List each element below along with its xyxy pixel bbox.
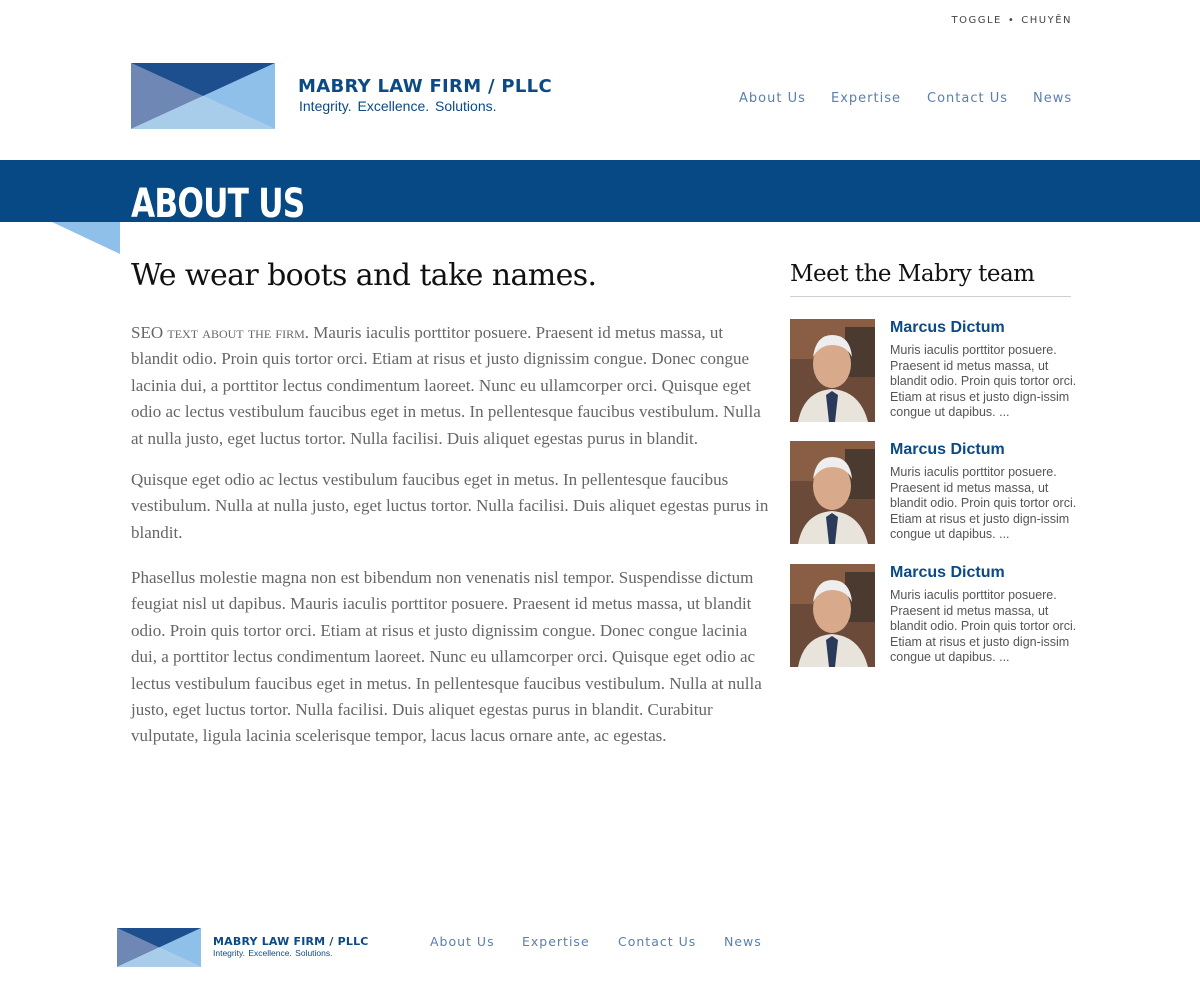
footer-brand-tagline: Integrity. Excellence. Solutions.: [213, 948, 333, 958]
nav-news[interactable]: News: [1033, 91, 1072, 106]
footer-nav-about-us[interactable]: About Us: [430, 934, 495, 949]
main-headline: We wear boots and take names.: [131, 258, 597, 293]
banner-flag-decoration: [52, 222, 120, 254]
sidebar-title: Meet the Mabry team: [790, 261, 1035, 287]
footer-nav-contact-us[interactable]: Contact Us: [618, 934, 696, 949]
member-name[interactable]: Marcus Dictum: [890, 319, 1005, 337]
team-member-card[interactable]: Marcus Dictum Muris iaculis porttitor po…: [790, 564, 1080, 668]
toggle-link[interactable]: TOGGLE: [951, 15, 1001, 26]
member-bio: Muris iaculis porttitor posuere. Praesen…: [890, 588, 1077, 664]
footer-nav-expertise[interactable]: Expertise: [522, 934, 590, 949]
brand-tagline: Integrity. Excellence. Solutions.: [299, 98, 497, 114]
member-bio: Muris iaculis porttitor posuere. Praesen…: [890, 343, 1077, 419]
brand-name: MABRY LAW FIRM / PLLC: [298, 76, 552, 97]
nav-contact-us[interactable]: Contact Us: [927, 91, 1008, 106]
utility-separator: •: [1007, 15, 1016, 26]
member-name[interactable]: Marcus Dictum: [890, 441, 1005, 459]
logo-mark-icon: [131, 63, 275, 129]
third-paragraph: Phasellus molestie magna non est bibendu…: [131, 568, 762, 746]
intro-paragraph: SEO text about the firm. Mauris iaculis …: [131, 320, 773, 452]
utility-links: TOGGLE • CHUYÊN: [930, 15, 1072, 26]
chuyen-link[interactable]: CHUYÊN: [1021, 15, 1072, 26]
member-photo[interactable]: [790, 319, 875, 422]
sidebar-divider: [790, 296, 1071, 297]
footer-nav-news[interactable]: News: [724, 934, 762, 949]
second-paragraph: Quisque eget odio ac lectus vestibulum f…: [131, 470, 769, 542]
team-member-card[interactable]: Marcus Dictum Muris iaculis porttitor po…: [790, 319, 1080, 423]
member-photo[interactable]: [790, 564, 875, 667]
member-name[interactable]: Marcus Dictum: [890, 564, 1005, 582]
nav-about-us[interactable]: About Us: [739, 91, 806, 106]
page-title: ABOUT US: [131, 181, 305, 227]
footer-logo-mark-icon: [117, 928, 201, 967]
seo-lead-text: SEO text about the firm.: [131, 323, 310, 342]
footer-brand-name: MABRY LAW FIRM / PLLC: [213, 935, 369, 948]
member-bio: Muris iaculis porttitor posuere. Praesen…: [890, 465, 1077, 541]
member-photo[interactable]: [790, 441, 875, 544]
nav-expertise[interactable]: Expertise: [831, 91, 901, 106]
team-member-card[interactable]: Marcus Dictum Muris iaculis porttitor po…: [790, 441, 1080, 545]
